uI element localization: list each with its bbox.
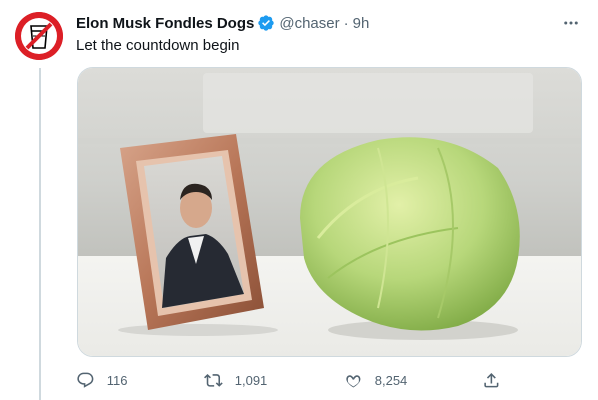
author-handle[interactable]: @chaser xyxy=(279,15,339,32)
verified-badge-icon xyxy=(257,14,275,32)
reply-count: 116 xyxy=(106,372,128,388)
more-button[interactable] xyxy=(560,12,582,34)
tweet-media-image[interactable] xyxy=(77,67,582,357)
retweet-count: 1,091 xyxy=(234,372,268,388)
retweet-icon xyxy=(204,373,223,387)
share-button[interactable] xyxy=(482,368,501,392)
tweet-text: Let the countdown begin xyxy=(76,37,240,54)
separator-dot: · xyxy=(343,14,349,32)
thread-line xyxy=(39,68,41,400)
like-count: 8,254 xyxy=(374,372,408,388)
tweet-header: Elon Musk Fondles Dogs @chaser · 9h xyxy=(76,12,369,34)
red-cup-logo-icon xyxy=(15,12,63,60)
share-icon xyxy=(484,372,499,388)
avatar[interactable] xyxy=(15,12,63,60)
tweet-timestamp[interactable]: 9h xyxy=(353,15,370,32)
like-button[interactable]: 8,254 xyxy=(344,368,407,392)
reply-button[interactable]: 116 xyxy=(76,368,127,392)
media-photo xyxy=(78,68,581,356)
more-icon xyxy=(564,21,578,25)
heart-icon xyxy=(346,374,361,388)
retweet-button[interactable]: 1,091 xyxy=(204,368,267,392)
author-name[interactable]: Elon Musk Fondles Dogs xyxy=(76,15,254,32)
reply-icon xyxy=(77,372,94,388)
tweet-actions: 116 1,091 8,254 xyxy=(76,368,506,392)
